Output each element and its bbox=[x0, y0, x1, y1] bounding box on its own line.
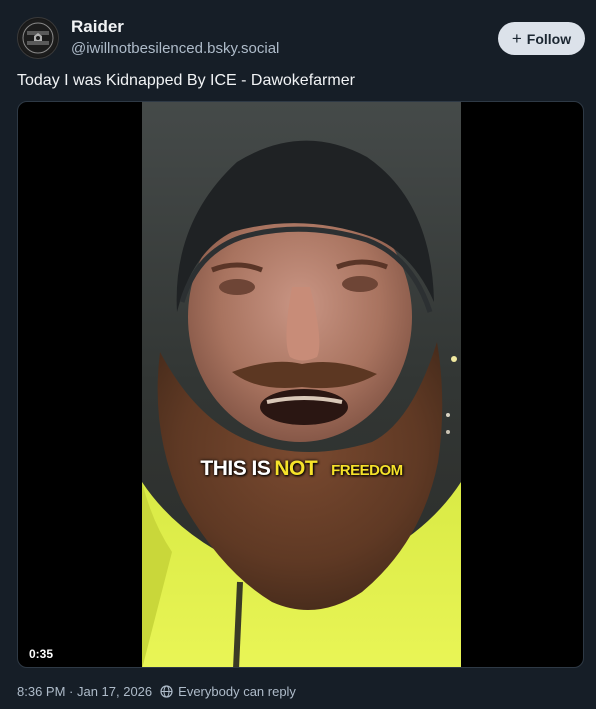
post-text: Today I was Kidnapped By ICE - Dawokefar… bbox=[17, 72, 355, 89]
globe-icon bbox=[160, 685, 173, 698]
caption-part-1: THIS IS bbox=[200, 457, 271, 480]
author-handle[interactable]: @iwillnotbesilenced.bsky.social bbox=[71, 40, 279, 57]
follow-button[interactable]: + Follow bbox=[498, 22, 585, 55]
video-frame[interactable]: THIS IS NOT FREEDOM bbox=[142, 102, 461, 667]
video-player[interactable]: THIS IS NOT FREEDOM 0:35 bbox=[17, 101, 584, 668]
video-thumbnail bbox=[142, 102, 461, 667]
post-footer: 8:36 PM · Jan 17, 2026 Everybody can rep… bbox=[17, 684, 296, 699]
follow-button-label: Follow bbox=[526, 30, 572, 47]
post-timestamp[interactable]: 8:36 PM · Jan 17, 2026 bbox=[17, 684, 152, 699]
badge-avatar-icon bbox=[19, 19, 57, 57]
caption-part-3: FREEDOM bbox=[331, 462, 403, 479]
post-card: Raider @iwillnotbesilenced.bsky.social +… bbox=[0, 0, 596, 709]
plus-icon: + bbox=[511, 28, 522, 48]
avatar[interactable] bbox=[17, 17, 59, 59]
reply-setting[interactable]: Everybody can reply bbox=[178, 684, 296, 699]
video-caption: THIS IS NOT FREEDOM bbox=[142, 457, 461, 481]
author-display-name[interactable]: Raider bbox=[71, 17, 124, 37]
caption-part-2: NOT bbox=[274, 457, 318, 480]
video-duration: 0:35 bbox=[29, 647, 54, 661]
